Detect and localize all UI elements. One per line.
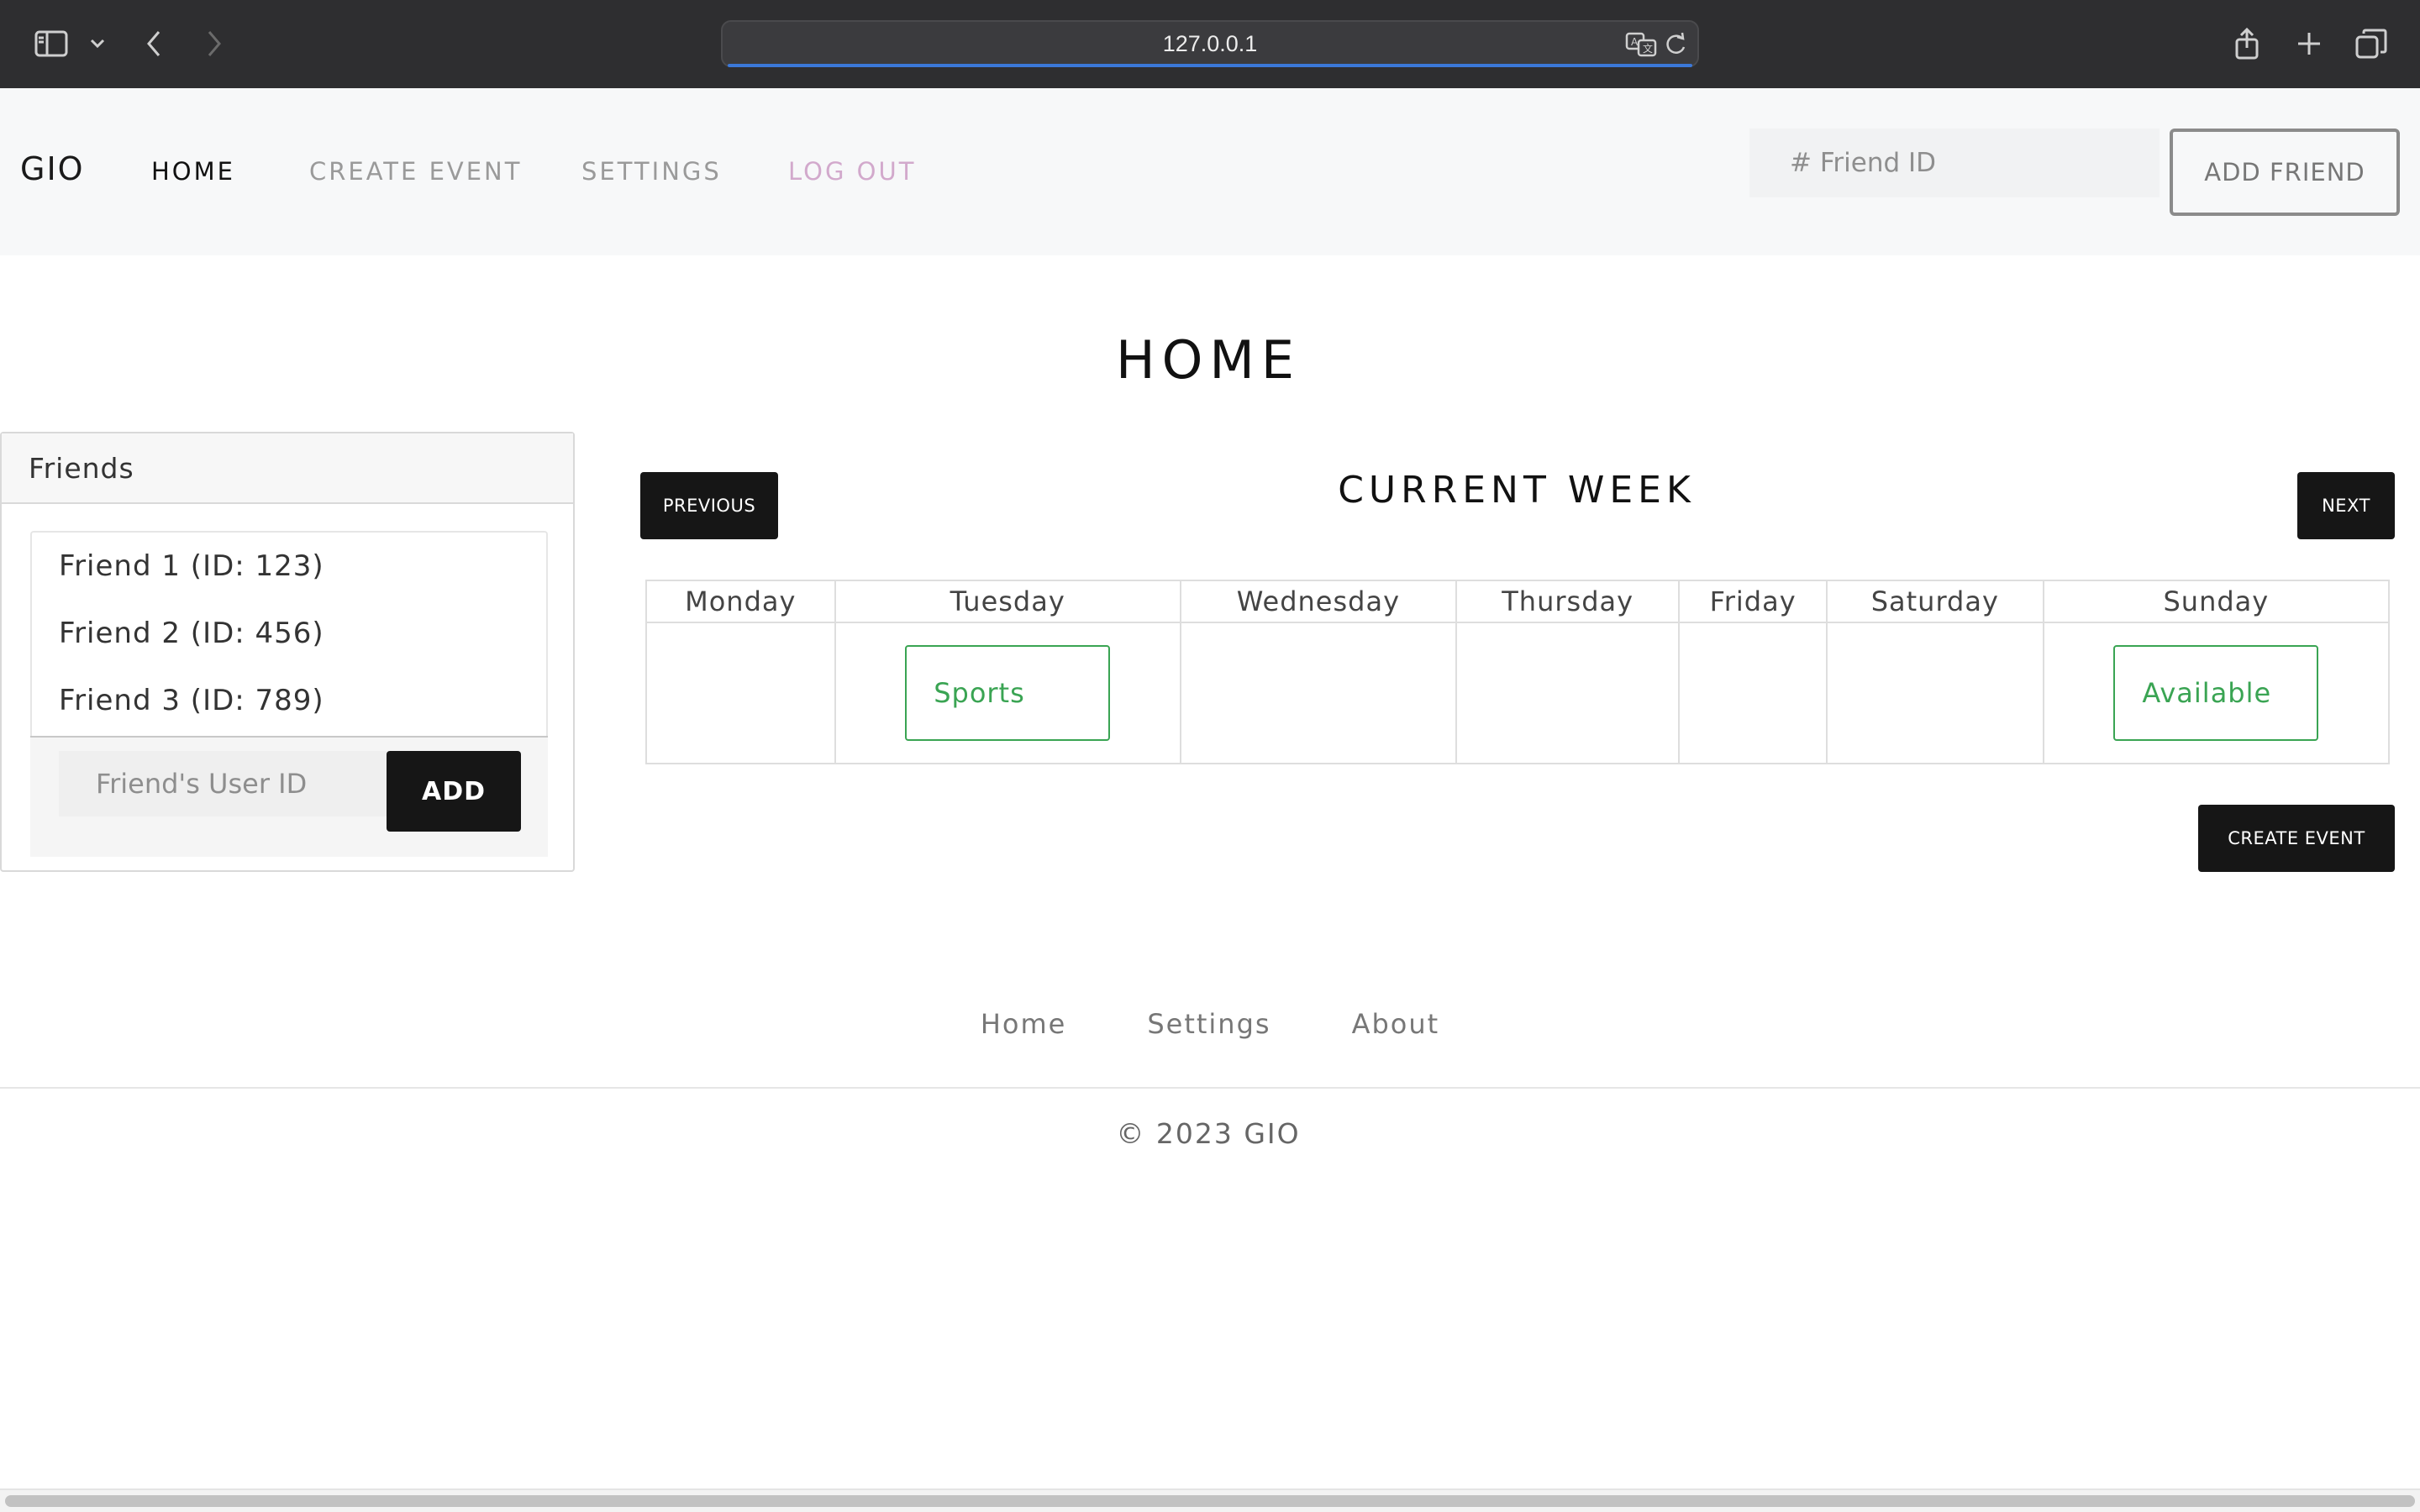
day-cell-wednesday[interactable] <box>1179 622 1457 764</box>
tab-overview-icon[interactable] <box>2354 18 2388 69</box>
friend-list-item[interactable]: Friend 3 (ID: 789) <box>32 667 546 734</box>
friends-panel-heading: Friends <box>2 433 573 504</box>
day-cell-monday[interactable] <box>645 622 836 764</box>
day-cell-tuesday[interactable]: Sports <box>834 622 1181 764</box>
day-header-friday: Friday <box>1678 580 1828 623</box>
footer-divider <box>0 1087 2420 1089</box>
translate-icon[interactable]: A文 <box>1625 32 1657 60</box>
nav-link-home[interactable]: HOME <box>151 157 235 186</box>
event-available[interactable]: Available <box>2113 645 2319 741</box>
add-friend-submit-button[interactable]: ADD <box>387 751 521 832</box>
event-sports[interactable]: Sports <box>905 645 1111 741</box>
footer-link-settings[interactable]: Settings <box>1147 1008 1270 1040</box>
previous-week-button[interactable]: PREVIOUS <box>640 472 778 539</box>
copyright-text: © 2023 GIO <box>1116 1117 1301 1150</box>
create-event-button[interactable]: CREATE EVENT <box>2198 805 2395 872</box>
calendar-header-row: Monday Tuesday Wednesday Thursday Friday… <box>645 580 2391 623</box>
brand-logo[interactable]: GIO <box>20 150 85 187</box>
footer-nav: Home Settings About <box>0 1008 2420 1040</box>
friends-list: Friend 1 (ID: 123) Friend 2 (ID: 456) Fr… <box>30 531 548 736</box>
url-text: 127.0.0.1 <box>1162 30 1258 56</box>
footer-link-home[interactable]: Home <box>981 1008 1067 1040</box>
day-header-saturday: Saturday <box>1825 580 2044 623</box>
page-title: HOME <box>1115 329 1302 391</box>
address-bar[interactable]: 127.0.0.1 A文 <box>721 20 1699 67</box>
friends-panel: Friends Friend 1 (ID: 123) Friend 2 (ID:… <box>0 432 575 872</box>
day-cell-thursday[interactable] <box>1455 622 1681 764</box>
page-load-progress-bar <box>728 64 1692 67</box>
calendar-day-row: Sports Available <box>645 622 2391 764</box>
week-title: CURRENT WEEK <box>1338 469 1696 512</box>
svg-text:文: 文 <box>1643 42 1653 55</box>
reload-icon[interactable] <box>1664 32 1687 60</box>
horizontal-scrollbar-thumb[interactable] <box>5 1495 2415 1507</box>
page-root: 127.0.0.1 A文 GIO HOME CREATE EVENT SETTI… <box>0 0 2420 1512</box>
friend-user-id-input[interactable] <box>59 751 387 816</box>
nav-link-create-event[interactable]: CREATE EVENT <box>309 157 522 186</box>
day-header-monday: Monday <box>645 580 836 623</box>
add-friend-button[interactable]: ADD FRIEND <box>2170 129 2400 216</box>
friend-list-item[interactable]: Friend 2 (ID: 456) <box>32 600 546 667</box>
week-calendar: Monday Tuesday Wednesday Thursday Friday… <box>645 580 2391 764</box>
day-header-tuesday: Tuesday <box>834 580 1181 623</box>
back-icon[interactable] <box>141 18 166 69</box>
sidebar-icon[interactable] <box>30 18 72 69</box>
add-friend-form: ADD <box>30 736 548 857</box>
app-navbar: GIO HOME CREATE EVENT SETTINGS LOG OUT A… <box>0 88 2420 255</box>
day-cell-sunday[interactable]: Available <box>2042 622 2391 764</box>
browser-toolbar: 127.0.0.1 A文 <box>0 0 2420 88</box>
friend-list-item[interactable]: Friend 1 (ID: 123) <box>32 533 546 600</box>
day-cell-saturday[interactable] <box>1825 622 2044 764</box>
day-header-wednesday: Wednesday <box>1179 580 1457 623</box>
share-icon[interactable] <box>2232 18 2262 69</box>
day-cell-friday[interactable] <box>1678 622 1828 764</box>
day-header-sunday: Sunday <box>2042 580 2391 623</box>
day-header-thursday: Thursday <box>1455 580 1681 623</box>
forward-icon <box>202 18 227 69</box>
horizontal-scrollbar[interactable] <box>0 1488 2420 1512</box>
next-week-button[interactable]: NEXT <box>2297 472 2395 539</box>
footer-link-about[interactable]: About <box>1352 1008 1440 1040</box>
nav-link-logout[interactable]: LOG OUT <box>788 157 916 186</box>
new-tab-icon[interactable] <box>2294 18 2324 69</box>
svg-text:A: A <box>1631 36 1639 48</box>
chevron-down-icon[interactable] <box>87 18 108 69</box>
nav-link-settings[interactable]: SETTINGS <box>581 157 722 186</box>
friend-id-input[interactable] <box>1749 129 2160 197</box>
